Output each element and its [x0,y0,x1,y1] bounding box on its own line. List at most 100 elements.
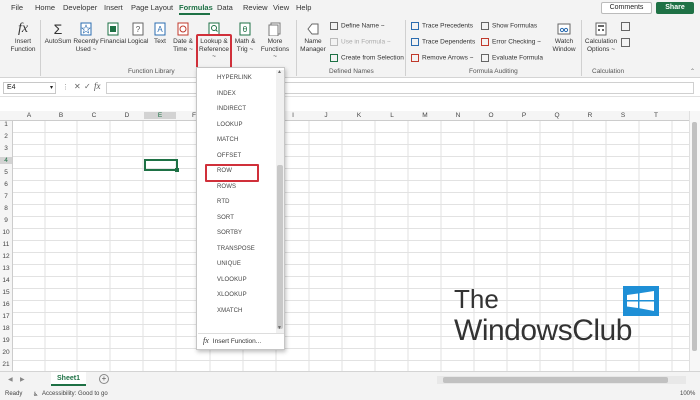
name-box[interactable]: E4 ▾ [3,82,56,94]
more-functions-button[interactable]: More Functions ~ [259,22,291,61]
add-sheet-button[interactable]: + [99,374,109,384]
cancel-icon[interactable]: ✕ [74,82,81,91]
column-header[interactable]: A [13,112,45,119]
accessibility-status[interactable]: Accessibility: Good to go [42,391,108,397]
formula-bar-grip-icon[interactable]: ⋮ [62,83,69,91]
row-header[interactable]: 15 [0,289,12,296]
lookup-function-item[interactable]: INDEX [217,91,236,97]
tab-file[interactable]: File [11,3,23,12]
tab-developer[interactable]: Developer [63,3,97,12]
date-time-button[interactable]: Date & Time ~ [171,22,195,53]
row-header[interactable]: 9 [0,217,12,224]
column-header[interactable]: R [574,112,606,119]
financial-button[interactable]: Financial [100,22,126,46]
lookup-function-item[interactable]: UNIQUE [217,261,241,267]
tab-page-layout[interactable]: Page Layout [131,3,173,12]
lookup-function-item[interactable]: MATCH [217,137,238,143]
scroll-up-icon[interactable]: ▲ [277,69,282,75]
row-header[interactable]: 5 [0,169,12,176]
row-header[interactable]: 3 [0,145,12,152]
insert-function-fx-icon[interactable]: fx [94,81,101,91]
row-header[interactable]: 2 [0,133,12,140]
column-header[interactable]: M [409,112,441,119]
calculation-options-button[interactable]: Calculation Options ~ [584,22,618,53]
row-header[interactable]: 21 [0,361,12,368]
zoom-level[interactable]: 100% [680,391,695,397]
row-header[interactable]: 4 [0,157,12,164]
vertical-scroll-thumb[interactable] [692,122,697,351]
tab-help[interactable]: Help [296,3,311,12]
row-header[interactable]: 11 [0,241,12,248]
lookup-function-item[interactable]: TRANSPOSE [217,246,255,252]
define-name-button[interactable]: Define Name ~ [330,22,385,30]
lookup-function-item[interactable]: XLOOKUP [217,292,247,298]
fill-handle[interactable] [175,168,179,172]
lookup-function-item[interactable]: SORT [217,215,234,221]
insert-function-menu-item[interactable]: fx Insert Function... [203,336,261,345]
row-header[interactable]: 14 [0,277,12,284]
row-header[interactable]: 6 [0,181,12,188]
row-header[interactable]: 18 [0,325,12,332]
lookup-function-item[interactable]: XMATCH [217,308,243,314]
math-trig-button[interactable]: θ Math & Trig ~ [233,22,257,53]
column-header[interactable]: O [475,112,507,119]
column-header[interactable]: C [78,112,110,119]
column-header[interactable]: K [343,112,375,119]
row-header[interactable]: 17 [0,313,12,320]
column-header[interactable]: N [442,112,474,119]
row-header[interactable]: 1 [0,121,12,128]
row-header[interactable]: 12 [0,253,12,260]
column-header[interactable]: L [376,112,408,119]
enter-icon[interactable]: ✓ [84,82,91,91]
lookup-function-item[interactable]: INDIRECT [217,106,246,112]
calculate-now-button[interactable] [620,22,630,33]
column-header[interactable]: E [144,112,176,119]
remove-arrows-button[interactable]: Remove Arrows ~ [411,54,473,62]
tab-view[interactable]: View [273,3,289,12]
autosum-button[interactable]: Σ AutoSum [44,22,72,46]
lookup-function-item[interactable]: ROWS [217,184,236,190]
sheet-tab-sheet1[interactable]: Sheet1 [51,372,86,386]
lookup-function-item[interactable]: VLOOKUP [217,277,247,283]
collapse-ribbon-icon[interactable]: ⌃ [690,68,695,75]
text-button[interactable]: A Text [150,22,170,46]
column-header[interactable]: D [111,112,143,119]
lookup-function-item[interactable]: HYPERLINK [217,75,252,81]
show-formulas-button[interactable]: Show Formulas [481,22,537,30]
row-header[interactable]: 16 [0,301,12,308]
column-header[interactable]: B [45,112,77,119]
watch-window-button[interactable]: Watch Window [549,22,579,53]
create-from-selection-button[interactable]: Create from Selection [330,54,404,62]
use-in-formula-button[interactable]: Use in Formula ~ [330,38,391,46]
column-header[interactable]: S [607,112,639,119]
logical-button[interactable]: ? Logical [126,22,150,46]
lookup-function-item[interactable]: SORTBY [217,230,242,236]
tab-formulas[interactable]: Formulas [179,3,213,12]
error-checking-button[interactable]: Error Checking ~ [481,38,541,46]
row-header[interactable]: 20 [0,349,12,356]
column-header[interactable]: T [640,112,672,119]
lookup-function-item[interactable]: LOOKUP [217,122,243,128]
share-button[interactable]: Share [656,2,694,14]
horizontal-scroll-thumb[interactable] [443,377,668,383]
row-header[interactable]: 7 [0,193,12,200]
tab-home[interactable]: Home [35,3,55,12]
column-header[interactable]: P [508,112,540,119]
comments-button[interactable]: Comments [601,2,652,14]
row-header[interactable]: 8 [0,205,12,212]
tab-insert[interactable]: Insert [104,3,123,12]
evaluate-formula-button[interactable]: Evaluate Formula [481,54,543,62]
trace-precedents-button[interactable]: Trace Precedents [411,22,473,30]
dropdown-scroll-thumb[interactable] [277,165,283,329]
name-box-dropdown-icon[interactable]: ▾ [50,83,53,93]
tab-review[interactable]: Review [243,3,268,12]
tab-data[interactable]: Data [217,3,233,12]
active-cell-e4[interactable] [144,159,179,172]
accessibility-icon[interactable]: ♿ [33,391,38,398]
sheet-next-icon[interactable]: ▶ [20,376,25,383]
scroll-down-icon[interactable]: ▼ [277,325,282,331]
row-header[interactable]: 10 [0,229,12,236]
row-header[interactable]: 13 [0,265,12,272]
lookup-function-item[interactable]: OFFSET [217,153,241,159]
insert-function-button[interactable]: fx Insert Function [8,22,38,53]
